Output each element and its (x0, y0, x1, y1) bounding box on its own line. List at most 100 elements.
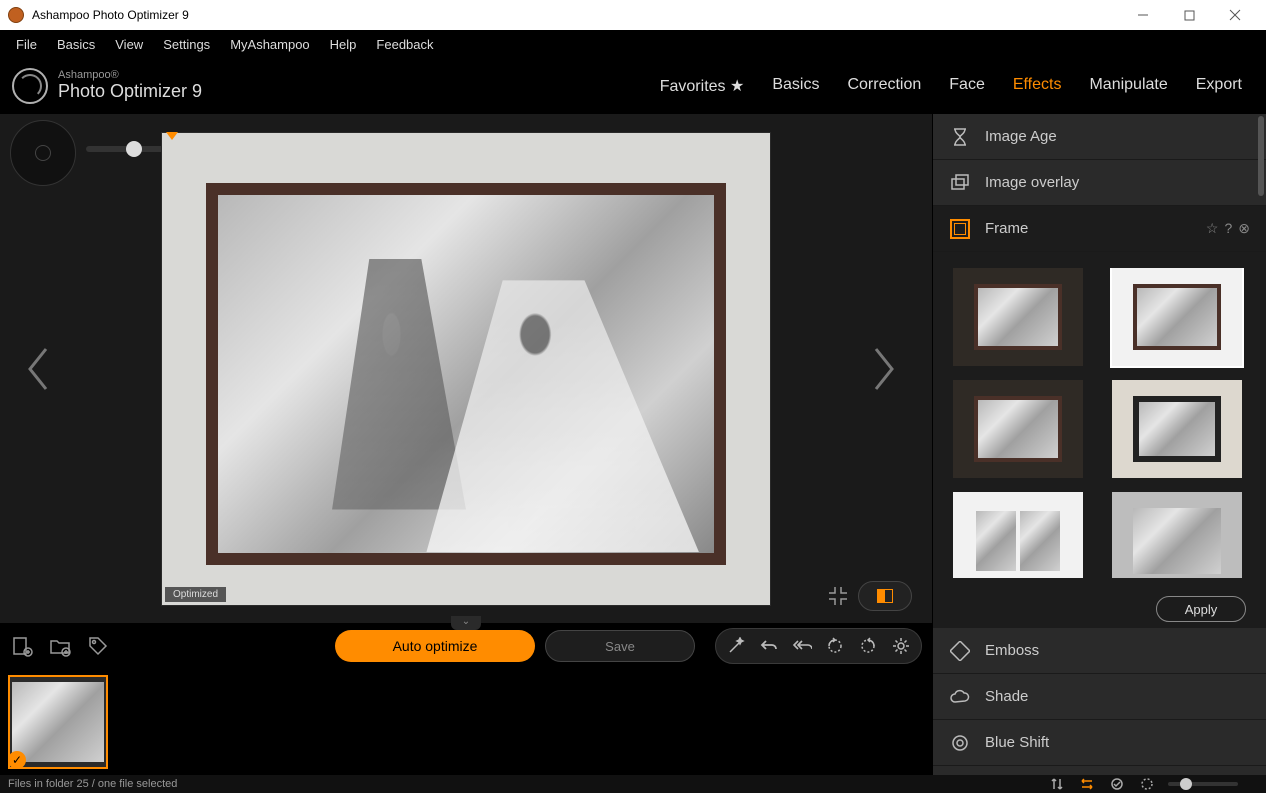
menubar: File Basics View Settings MyAshampoo Hel… (0, 30, 1266, 58)
pan-dpad[interactable] (10, 120, 76, 186)
tag-icon[interactable] (86, 634, 110, 658)
gear-icon[interactable] (891, 636, 911, 656)
frame-option[interactable] (953, 268, 1083, 366)
select-none-icon[interactable] (1138, 775, 1156, 793)
collapse-strip-icon[interactable]: ⌄ (451, 616, 481, 630)
frame-preview (1020, 511, 1060, 571)
brand-line1: Ashampoo® (58, 69, 202, 81)
menu-basics[interactable]: Basics (47, 33, 105, 56)
optimized-badge: Optimized (165, 587, 226, 602)
frame-preview (974, 396, 1062, 462)
sidebar-item-image-overlay[interactable]: Image overlay (933, 160, 1266, 206)
tab-correction[interactable]: Correction (847, 76, 921, 96)
next-image-button[interactable] (864, 339, 904, 399)
sidebar-item-shade[interactable]: Shade (933, 674, 1266, 720)
layers-icon (949, 172, 971, 194)
compare-toggle[interactable] (858, 581, 912, 611)
frame-option[interactable] (953, 492, 1083, 578)
maximize-button[interactable] (1166, 0, 1212, 30)
rotate-right-icon[interactable] (858, 636, 878, 656)
photo-preview (218, 195, 714, 553)
sidebar-item-label: Image overlay (985, 174, 1079, 191)
target-icon (949, 732, 971, 754)
magic-wand-icon[interactable] (726, 636, 746, 656)
frame-option[interactable] (953, 380, 1083, 478)
menu-feedback[interactable]: Feedback (366, 33, 443, 56)
tab-export[interactable]: Export (1196, 76, 1242, 96)
sidebar-item-label: Frame (985, 220, 1028, 237)
frame-preview (1133, 396, 1221, 462)
frame-preview (1133, 508, 1221, 574)
edit-toolbar (715, 628, 922, 664)
sidebar-item-emboss[interactable]: Emboss (933, 628, 1266, 674)
thumbnail-check-icon: ✓ (8, 751, 26, 769)
sidebar-scrollbar[interactable] (1258, 114, 1264, 775)
sidebar-item-label: Blue Shift (985, 734, 1049, 751)
frame-options-panel (933, 252, 1266, 588)
statusbar: Files in folder 25 / one file selected (0, 775, 1266, 793)
close-button[interactable] (1212, 0, 1258, 30)
tab-effects[interactable]: Effects (1013, 76, 1062, 96)
window-titlebar: Ashampoo Photo Optimizer 9 (0, 0, 1266, 30)
tab-basics[interactable]: Basics (772, 76, 819, 96)
rotate-left-icon[interactable] (825, 636, 845, 656)
menu-file[interactable]: File (6, 33, 47, 56)
sidebar-item-oilpaint[interactable]: Oilpaint (933, 766, 1266, 775)
star-icon[interactable]: ☆ (1206, 220, 1219, 237)
save-button[interactable]: Save (545, 630, 695, 662)
menu-settings[interactable]: Settings (153, 33, 220, 56)
thumbnail-item[interactable]: ✓ (8, 675, 108, 769)
frame-option[interactable] (1112, 380, 1242, 478)
zoom-thumb[interactable] (126, 141, 142, 157)
fit-to-screen-icon[interactable] (824, 582, 852, 610)
tab-manipulate[interactable]: Manipulate (1089, 76, 1167, 96)
select-all-icon[interactable] (1108, 775, 1126, 793)
prev-image-button[interactable] (18, 339, 58, 399)
frame-preview (976, 511, 1016, 571)
frame-preview (1133, 284, 1221, 350)
sidebar-item-image-age[interactable]: Image Age (933, 114, 1266, 160)
emboss-icon (949, 640, 971, 662)
effects-sidebar: Image Age Image overlay Frame ☆ ? ⊗ (932, 114, 1266, 775)
apply-button[interactable]: Apply (1156, 596, 1246, 622)
image-viewer: + Optimized (0, 114, 932, 623)
sidebar-item-label: Shade (985, 688, 1028, 705)
app-header: Ashampoo® Photo Optimizer 9 Favorites ★ … (0, 58, 1266, 114)
menu-view[interactable]: View (105, 33, 153, 56)
window-title: Ashampoo Photo Optimizer 9 (32, 8, 1120, 22)
hourglass-icon (949, 126, 971, 148)
sidebar-item-label: Emboss (985, 642, 1039, 659)
cloud-icon (949, 686, 971, 708)
sidebar-item-blue-shift[interactable]: Blue Shift (933, 720, 1266, 766)
brand-logo (12, 68, 48, 104)
help-icon[interactable]: ? (1224, 220, 1232, 237)
status-text: Files in folder 25 / one file selected (8, 778, 177, 790)
thumb-size-slider[interactable] (1168, 782, 1238, 786)
sidebar-item-label: Image Age (985, 128, 1057, 145)
thumbnail-strip: ✓ (0, 669, 932, 775)
menu-help[interactable]: Help (320, 33, 367, 56)
frame-option[interactable] (1112, 492, 1242, 578)
brand-text: Ashampoo® Photo Optimizer 9 (58, 69, 202, 102)
minimize-button[interactable] (1120, 0, 1166, 30)
app-icon (8, 7, 24, 23)
sort-vertical-icon[interactable] (1048, 775, 1066, 793)
tab-favorites[interactable]: Favorites ★ (660, 76, 745, 96)
undo-all-icon[interactable] (792, 636, 812, 656)
undo-icon[interactable] (759, 636, 779, 656)
add-folder-icon[interactable] (48, 634, 72, 658)
tab-face[interactable]: Face (949, 76, 985, 96)
thumb-size-handle[interactable] (1180, 778, 1192, 790)
sort-horizontal-icon[interactable] (1078, 775, 1096, 793)
add-file-icon[interactable] (10, 634, 34, 658)
frame-preview (974, 284, 1062, 350)
top-nav: Favorites ★ Basics Correction Face Effec… (660, 76, 1254, 96)
auto-optimize-button[interactable]: Auto optimize (335, 630, 535, 662)
menu-myashampoo[interactable]: MyAshampoo (220, 33, 319, 56)
frame-option[interactable] (1112, 268, 1242, 366)
photo-frame (206, 183, 726, 565)
canvas-frame: Optimized (162, 133, 770, 605)
sidebar-item-frame[interactable]: Frame ☆ ? ⊗ (933, 206, 1266, 252)
close-panel-icon[interactable]: ⊗ (1238, 220, 1250, 237)
thumbnail-image (12, 682, 104, 762)
